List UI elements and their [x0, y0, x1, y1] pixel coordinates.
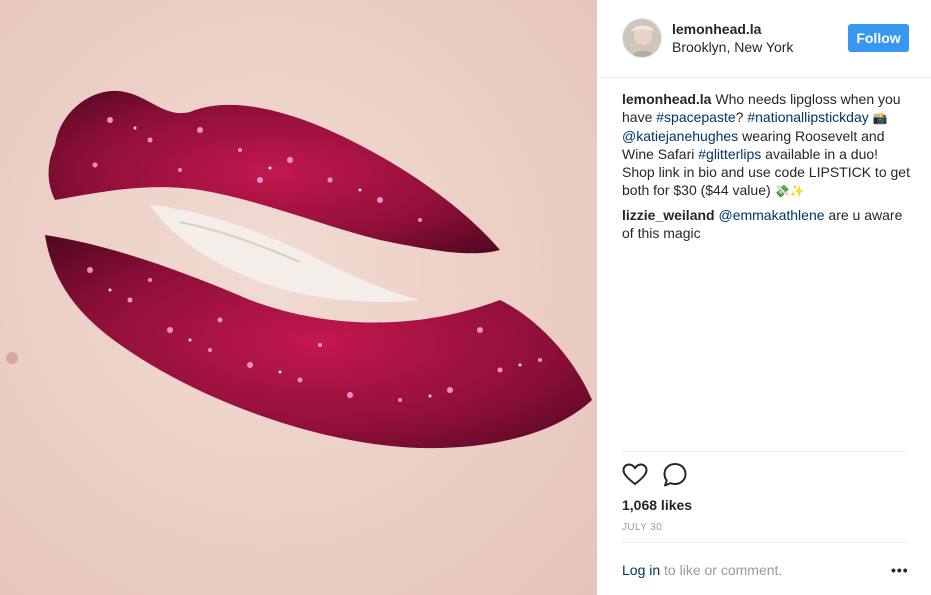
post-location[interactable]: Brooklyn, New York — [672, 39, 793, 55]
login-link[interactable]: Log in — [622, 562, 660, 578]
hashtag-spacepaste[interactable]: #spacepaste — [656, 109, 735, 125]
follow-button[interactable]: Follow — [848, 24, 909, 52]
login-prompt: Log in to like or comment. — [622, 562, 782, 578]
avatar[interactable] — [622, 18, 662, 58]
more-options-icon[interactable]: ••• — [891, 562, 909, 578]
caption-text: ? — [735, 109, 748, 125]
comment: lizzie_weiland @emmakathlene are u aware… — [622, 206, 912, 242]
caption: lemonhead.la Who needs lipgloss when you… — [622, 90, 912, 200]
like-count[interactable]: 1,068 likes — [622, 497, 692, 513]
divider — [622, 451, 908, 452]
mention-katiejanehughes[interactable]: @katiejanehughes — [622, 128, 738, 144]
login-text: to like or comment. — [660, 562, 783, 578]
divider — [622, 542, 908, 543]
comment-username[interactable]: lizzie_weiland — [622, 207, 715, 223]
mention-emmakathlene[interactable]: @emmakathlene — [718, 207, 824, 223]
comments-section: lemonhead.la Who needs lipgloss when you… — [622, 90, 912, 248]
post-header: lemonhead.la Brooklyn, New York Follow — [597, 0, 931, 78]
avatar-image — [623, 19, 661, 57]
post-username[interactable]: lemonhead.la — [672, 21, 761, 37]
hashtag-nationallipstickday[interactable]: #nationallipstickday — [747, 109, 868, 125]
glitter-lips-image — [0, 0, 597, 595]
hashtag-glitterlips[interactable]: #glitterlips — [698, 146, 761, 162]
comment-icon[interactable] — [662, 462, 688, 488]
money-sparkles-emoji-icon: 💸✨ — [774, 184, 805, 198]
post-side-panel: lemonhead.la Brooklyn, New York Follow l… — [597, 0, 931, 595]
camera-emoji-icon: 📸 — [872, 111, 888, 125]
post-photo[interactable] — [0, 0, 597, 595]
post-date[interactable]: JULY 30 — [622, 522, 662, 533]
heart-icon[interactable] — [622, 462, 648, 488]
caption-username[interactable]: lemonhead.la — [622, 91, 711, 107]
